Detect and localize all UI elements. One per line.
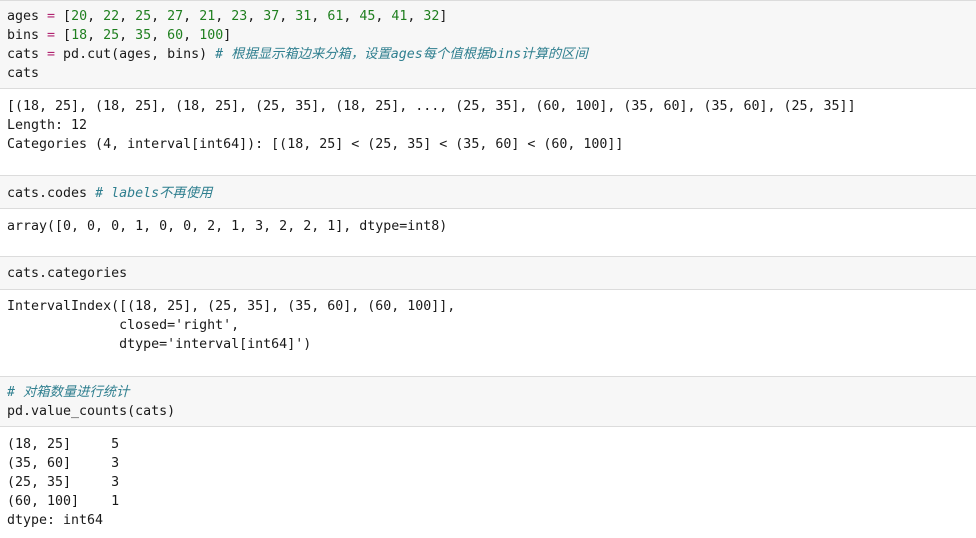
code-token: [ <box>55 28 72 43</box>
code-line: # 对箱数量进行统计 <box>7 383 129 402</box>
code-token: , <box>119 9 136 24</box>
code-token: # 对箱数量进行统计 <box>7 385 130 400</box>
output-cell: (18, 25] 5 (35, 60] 3 (25, 35] 3 (60, 100] … <box>0 428 976 538</box>
code-token: array([0, 0, 0, 1, 0, 0, 2, 1, 3, 2, 2, … <box>7 219 448 234</box>
code-token: ] <box>439 9 448 24</box>
code-token: , <box>87 9 104 24</box>
code-line: cats.codes # labels不再使用 <box>7 184 212 203</box>
code-token: cats.categories <box>7 266 128 281</box>
code-token: [(18, 25], (18, 25], (18, 25], (25, 35],… <box>7 99 856 114</box>
code-token: , <box>119 28 136 43</box>
code-token: pd.value_counts(cats) <box>7 404 176 419</box>
code-token: IntervalIndex([(18, 25], (25, 35], (35, … <box>7 299 456 314</box>
output-line: array([0, 0, 0, 1, 0, 0, 2, 1, 3, 2, 2, … <box>7 217 447 236</box>
code-line: ages = [20, 22, 25, 27, 21, 23, 37, 31, … <box>7 7 447 26</box>
code-token: Categories (4, interval[int64]): [(18, 2… <box>7 137 624 152</box>
code-line: cats = pd.cut(ages, bins) # 根据显示箱边来分箱，设置… <box>7 45 588 64</box>
code-token: 35 <box>135 28 152 43</box>
code-token: 25 <box>103 28 120 43</box>
output-line: Length: 12 <box>7 116 87 135</box>
code-token: , <box>311 9 328 24</box>
code-token: # 根据显示箱边来分箱，设置ages每个值根据bins计算的区间 <box>215 47 588 62</box>
output-line: IntervalIndex([(18, 25], (25, 35], (35, … <box>7 297 455 316</box>
code-token: 41 <box>391 9 408 24</box>
code-token: cats <box>7 47 48 62</box>
code-token: 32 <box>423 9 440 24</box>
code-line: cats.categories <box>7 264 127 283</box>
code-token: [ <box>55 9 72 24</box>
code-token: 21 <box>199 9 216 24</box>
code-token: , <box>183 28 200 43</box>
output-line: [(18, 25], (18, 25], (18, 25], (25, 35],… <box>7 97 856 116</box>
code-token: cats.codes <box>7 186 96 201</box>
code-token: dtype: int64 <box>7 513 104 528</box>
code-token: , <box>183 9 200 24</box>
code-token: , <box>215 9 232 24</box>
code-token: , <box>151 28 168 43</box>
code-token: bins <box>7 28 48 43</box>
code-token: 22 <box>103 9 120 24</box>
code-token: = <box>47 28 56 43</box>
code-token: 23 <box>231 9 248 24</box>
code-token: closed='right', <box>7 318 240 333</box>
output-line: dtype='interval[int64]') <box>7 335 311 354</box>
code-token: (60, 100] 1 <box>7 494 120 509</box>
output-line: dtype: int64 <box>7 511 103 530</box>
output-line: (25, 35] 3 <box>7 473 119 492</box>
code-token: 60 <box>167 28 184 43</box>
code-token: = <box>47 9 56 24</box>
code-token: 27 <box>167 9 184 24</box>
code-token: Length: 12 <box>7 118 88 133</box>
code-token: 31 <box>295 9 312 24</box>
code-input-cell[interactable]: cats.codes # labels不再使用 <box>0 175 976 209</box>
code-line: cats <box>7 64 39 83</box>
code-token: , <box>375 9 392 24</box>
output-line: closed='right', <box>7 316 239 335</box>
code-token: 45 <box>359 9 376 24</box>
code-token: 37 <box>263 9 280 24</box>
code-token: (35, 60] 3 <box>7 456 120 471</box>
output-line: (18, 25] 5 <box>7 435 119 454</box>
code-token: dtype='interval[int64]') <box>7 337 312 352</box>
code-token: (25, 35] 3 <box>7 475 120 490</box>
code-token: pd.cut(ages, bins) <box>55 47 216 62</box>
output-cell: [(18, 25], (18, 25], (18, 25], (25, 35],… <box>0 90 976 174</box>
code-token: 18 <box>71 28 88 43</box>
code-token: (18, 25] 5 <box>7 437 120 452</box>
code-line: bins = [18, 25, 35, 60, 100] <box>7 26 231 45</box>
code-token: , <box>87 28 104 43</box>
code-token: , <box>407 9 424 24</box>
code-token: # labels不再使用 <box>95 186 213 201</box>
code-token: 100 <box>199 28 224 43</box>
code-token: , <box>343 9 360 24</box>
code-token: ] <box>223 28 232 43</box>
code-input-cell[interactable]: # 对箱数量进行统计 pd.value_counts(cats) <box>0 376 976 427</box>
code-token: ages <box>7 9 48 24</box>
code-token: , <box>279 9 296 24</box>
code-token: , <box>151 9 168 24</box>
output-line: (35, 60] 3 <box>7 454 119 473</box>
code-line: pd.value_counts(cats) <box>7 402 175 421</box>
code-token: , <box>247 9 264 24</box>
output-line: (60, 100] 1 <box>7 492 119 511</box>
code-token: = <box>47 47 56 62</box>
output-cell: IntervalIndex([(18, 25], (25, 35], (35, … <box>0 291 976 375</box>
code-token: 25 <box>135 9 152 24</box>
output-cell: array([0, 0, 0, 1, 0, 0, 2, 1, 3, 2, 2, … <box>0 210 976 255</box>
code-token: 20 <box>71 9 88 24</box>
code-input-cell[interactable]: ages = [20, 22, 25, 27, 21, 23, 37, 31, … <box>0 0 976 89</box>
code-input-cell[interactable]: cats.categories <box>0 256 976 290</box>
output-line: Categories (4, interval[int64]): [(18, 2… <box>7 135 623 154</box>
code-token: cats <box>7 66 40 81</box>
code-token: 61 <box>327 9 344 24</box>
